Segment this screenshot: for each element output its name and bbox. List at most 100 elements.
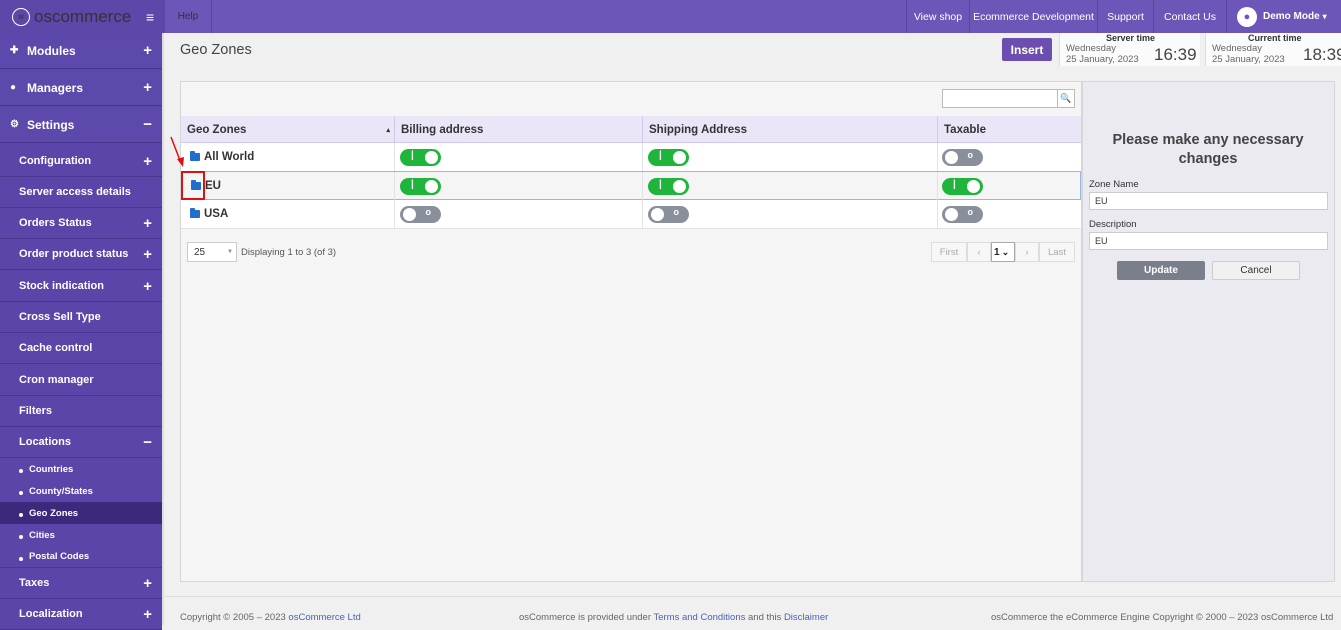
sidebar-item-label: Server access details [19, 186, 131, 198]
expand-icon[interactable]: + [143, 246, 152, 263]
description-field[interactable]: EU [1089, 232, 1328, 250]
sidebar-item-label: Configuration [19, 155, 92, 167]
sidebar-item-county-states[interactable]: County/States [0, 480, 162, 502]
gear-icon: ⚙ [10, 119, 19, 130]
expand-icon[interactable]: + [143, 606, 152, 623]
current-time-day: Wednesday [1212, 43, 1262, 54]
bullet-icon [19, 535, 23, 539]
company-link[interactable]: osCommerce Ltd [288, 612, 360, 623]
expand-icon[interactable]: + [143, 79, 152, 96]
sidebar-item-label: Geo Zones [29, 507, 79, 519]
sidebar-item-order-product-status[interactable]: Order product status + [0, 239, 162, 270]
sidebar-item-cities[interactable]: Cities [0, 524, 162, 546]
update-button[interactable]: Update [1117, 261, 1205, 280]
taxable-toggle[interactable]: o [942, 206, 983, 223]
logo-text: oscommerce [34, 6, 132, 26]
sidebar-item-cross-sell-type[interactable]: Cross Sell Type [0, 302, 162, 333]
sidebar-item-label: Postal Codes [29, 551, 90, 562]
table-header: Geo Zones ▴ Billing address Shipping Addr… [181, 116, 1081, 143]
column-billing-address[interactable]: Billing address [395, 116, 643, 143]
sidebar-item-stock-indication[interactable]: Stock indication + [0, 271, 162, 302]
sidebar-item-label: Managers [27, 80, 84, 95]
taxable-toggle[interactable]: o [942, 149, 983, 166]
expand-icon[interactable]: + [143, 42, 152, 59]
per-page-select[interactable]: 25 ▼ [187, 242, 237, 262]
server-time-date: 25 January, 2023 [1066, 54, 1139, 65]
column-geo-zones[interactable]: Geo Zones ▴ [181, 116, 395, 143]
sidebar-item-settings[interactable]: ⚙ Settings − [0, 107, 162, 143]
sidebar-item-modules[interactable]: ✚ Modules + [0, 33, 162, 69]
sidebar-item-cron-manager[interactable]: Cron manager [0, 365, 162, 396]
billing-toggle[interactable]: | [400, 178, 441, 195]
disclaimer-link[interactable]: Disclaimer [784, 612, 828, 623]
sidebar-item-locations[interactable]: Locations − [0, 427, 162, 458]
table-row-selected[interactable]: EU | | | [181, 171, 1081, 200]
table-row[interactable]: USA o o o [181, 200, 1081, 229]
view-shop-link[interactable]: View shop [906, 0, 969, 33]
expand-icon[interactable]: + [143, 215, 152, 232]
sidebar-item-label: Localization [19, 608, 83, 620]
shipping-toggle[interactable]: | [648, 178, 689, 195]
last-page-button[interactable]: Last [1039, 242, 1075, 262]
sidebar-item-label: Cron manager [19, 374, 94, 386]
expand-icon[interactable]: + [143, 575, 152, 592]
search-input[interactable] [942, 89, 1058, 108]
sidebar-item-orders-status[interactable]: Orders Status + [0, 208, 162, 239]
sidebar-item-taxes[interactable]: Taxes + [0, 568, 162, 599]
sidebar-item-filters[interactable]: Filters [0, 396, 162, 427]
column-label: Shipping Address [649, 123, 747, 136]
ecommerce-development-link[interactable]: Ecommerce Development [969, 0, 1097, 33]
support-link[interactable]: Support [1097, 0, 1153, 33]
page-select[interactable]: 1 ⌄ [991, 242, 1015, 262]
prev-page-icon[interactable]: ‹ [967, 242, 991, 262]
user-icon: ● [1237, 6, 1257, 27]
shipping-cell: o [643, 200, 938, 228]
expand-icon[interactable]: + [143, 153, 152, 170]
edit-panel-title: Please make any necessary changes [1112, 132, 1304, 167]
taxable-cell: o [938, 143, 1081, 171]
cancel-button[interactable]: Cancel [1212, 261, 1300, 280]
taxable-toggle[interactable]: | [942, 178, 983, 195]
sidebar-item-geo-zones[interactable]: Geo Zones [0, 502, 162, 524]
user-name: Demo Mode [1263, 11, 1320, 22]
billing-toggle[interactable]: o [400, 206, 441, 223]
insert-button[interactable]: Insert [1002, 38, 1052, 61]
sidebar-item-localization[interactable]: Localization + [0, 599, 162, 630]
collapse-icon[interactable]: − [143, 434, 152, 451]
server-time-clock: 16:39 [1154, 45, 1197, 64]
expand-icon[interactable]: + [143, 278, 152, 295]
shipping-cell: | [643, 172, 938, 200]
help-link[interactable]: Help [164, 0, 212, 33]
sidebar-item-server-access[interactable]: Server access details [0, 177, 162, 208]
sidebar-item-countries[interactable]: Countries [0, 458, 162, 480]
taxable-cell: o [938, 200, 1081, 228]
zone-name-field[interactable]: EU [1089, 192, 1328, 210]
server-time-day: Wednesday [1066, 43, 1116, 54]
sidebar-item-cache-control[interactable]: Cache control [0, 333, 162, 364]
sidebar-item-managers[interactable]: ● Managers + [0, 70, 162, 106]
sidebar-item-configuration[interactable]: Configuration + [0, 146, 162, 177]
user-menu[interactable]: ● Demo Mode ▾ [1226, 0, 1341, 33]
sidebar-item-postal-codes[interactable]: Postal Codes [0, 546, 162, 568]
footer-right: osCommerce the eCommerce Engine Copyrigh… [991, 612, 1334, 623]
billing-toggle[interactable]: | [400, 149, 441, 166]
logo[interactable]: w oscommerce [0, 0, 164, 33]
collapse-icon[interactable]: − [143, 116, 152, 133]
column-shipping-address[interactable]: Shipping Address [643, 116, 938, 143]
contact-us-link[interactable]: Contact Us [1153, 0, 1226, 33]
menu-toggle-icon[interactable]: ≡ [146, 9, 154, 25]
copyright-text: Copyright © 2005 – 2023 [180, 612, 286, 623]
search-icon[interactable]: 🔍 [1057, 89, 1075, 108]
shipping-toggle[interactable]: | [648, 149, 689, 166]
sidebar-item-label: Cities [29, 529, 55, 541]
sidebar-item-label: Modules [27, 43, 76, 58]
sidebar: ✚ Modules + ● Managers + ⚙ Settings − Configur… [0, 33, 162, 630]
first-page-button[interactable]: First [931, 242, 967, 262]
per-page-value: 25 [194, 246, 206, 258]
shipping-toggle[interactable]: o [648, 206, 689, 223]
next-page-icon[interactable]: › [1015, 242, 1039, 262]
sidebar-scrollbar[interactable] [162, 33, 164, 625]
terms-link[interactable]: Terms and Conditions [653, 612, 745, 623]
table-row[interactable]: All World | | o [181, 143, 1081, 172]
column-taxable[interactable]: Taxable [938, 116, 1081, 143]
